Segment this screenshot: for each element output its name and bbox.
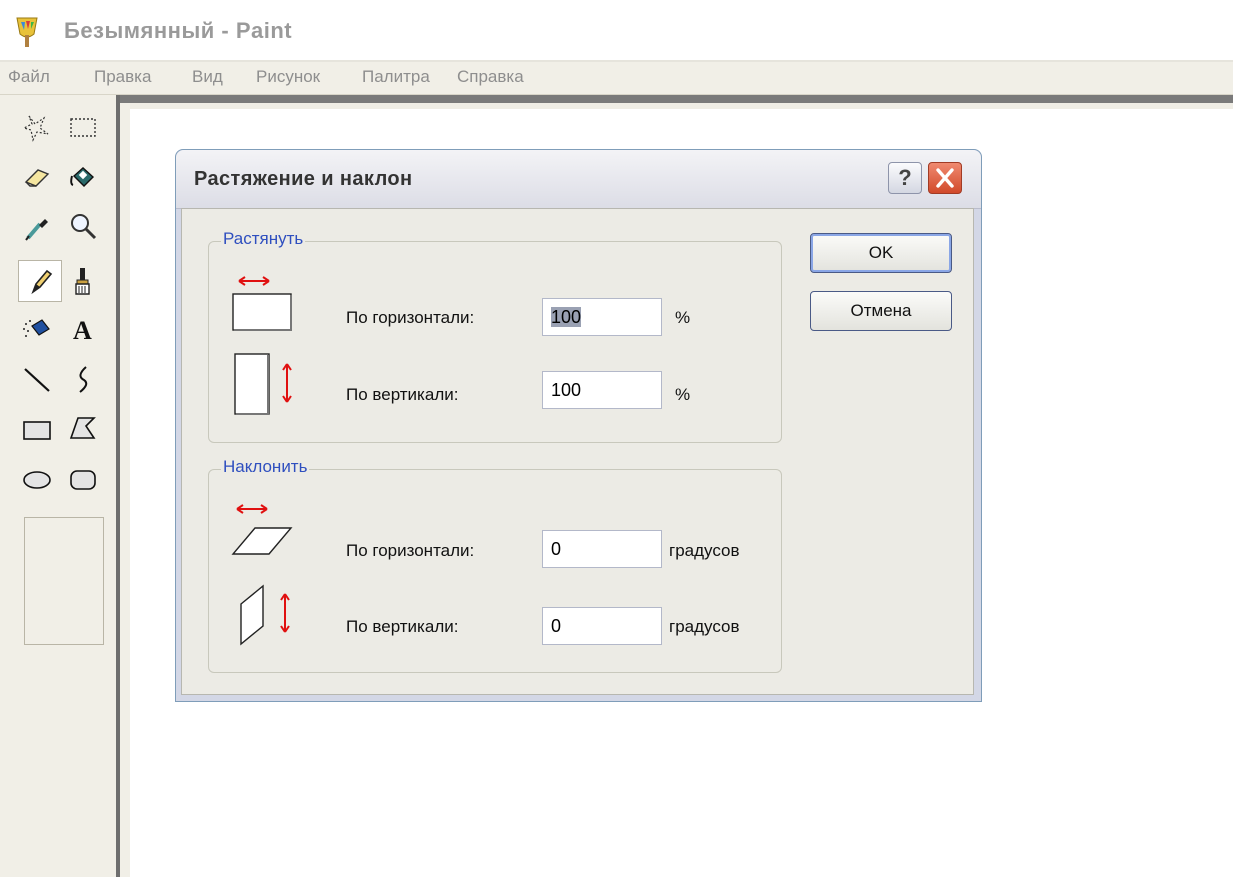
menu-image[interactable]: Рисунок xyxy=(256,67,320,87)
stretch-vertical-input[interactable]: 100 xyxy=(542,371,662,409)
pencil-icon[interactable] xyxy=(18,260,62,302)
stretch-group: Растянуть По горизонтали: 100 % По верти… xyxy=(208,229,782,443)
menu-file[interactable]: Файл xyxy=(8,67,50,87)
stretch-vertical-unit: % xyxy=(675,385,691,404)
window-title: Безымянный - Paint xyxy=(64,18,293,43)
dialog-title: Растяжение и наклон xyxy=(194,168,413,190)
stretch-vertical-label: По вертикали: xyxy=(346,385,459,404)
airbrush-icon[interactable] xyxy=(20,312,54,346)
skew-horizontal-illustration xyxy=(231,504,293,555)
magnifier-icon[interactable] xyxy=(66,210,100,244)
title-bar: Безымянный - Paint xyxy=(0,0,1233,62)
stretch-horizontal-value: 100 xyxy=(551,307,582,327)
stretch-horizontal-illustration xyxy=(232,276,292,331)
fill-bucket-icon[interactable] xyxy=(66,160,100,194)
rect-select-icon[interactable] xyxy=(66,110,100,144)
menu-bar: Файл Правка Вид Рисунок Палитра Справка xyxy=(0,62,1233,95)
skew-vertical-value: 0 xyxy=(551,616,562,636)
color-picker-icon[interactable] xyxy=(20,210,54,244)
skew-horizontal-input[interactable]: 0 xyxy=(542,530,662,568)
close-icon xyxy=(936,168,954,188)
rectangle-icon[interactable] xyxy=(20,412,54,446)
paint-app-icon xyxy=(14,16,40,48)
skew-vertical-illustration xyxy=(240,584,290,646)
skew-horizontal-label: По горизонтали: xyxy=(346,541,475,560)
ellipse-icon[interactable] xyxy=(20,462,54,496)
polygon-icon[interactable] xyxy=(66,412,100,446)
skew-horizontal-unit: градусов xyxy=(669,541,740,560)
stretch-group-legend: Растянуть xyxy=(221,229,306,249)
stretch-vertical-illustration xyxy=(234,353,292,415)
canvas-top-border xyxy=(120,95,1233,103)
svg-text:A: A xyxy=(73,316,92,345)
stretch-skew-dialog: Растяжение и наклон ? Растянуть По гориз… xyxy=(175,149,982,702)
menu-palette[interactable]: Палитра xyxy=(362,67,430,87)
skew-horizontal-value: 0 xyxy=(551,539,562,559)
stretch-horizontal-input[interactable]: 100 xyxy=(542,298,662,336)
dialog-body: Растянуть По горизонтали: 100 % По верти… xyxy=(181,208,974,695)
dialog-title-bar: Растяжение и наклон ? xyxy=(176,150,981,209)
skew-vertical-unit: градусов xyxy=(669,617,740,636)
close-button[interactable] xyxy=(928,162,962,194)
line-icon[interactable] xyxy=(20,362,54,396)
skew-group: Наклонить По горизонтали: 0 градусов По … xyxy=(208,457,782,673)
stretch-vertical-value: 100 xyxy=(551,380,582,400)
text-icon[interactable]: A xyxy=(66,312,100,346)
tool-options-panel[interactable] xyxy=(24,517,104,645)
skew-vertical-label: По вертикали: xyxy=(346,617,459,636)
ok-button[interactable]: OK xyxy=(810,233,952,273)
eraser-icon[interactable] xyxy=(20,160,54,194)
curve-icon[interactable] xyxy=(66,362,100,396)
menu-help[interactable]: Справка xyxy=(457,67,524,87)
stretch-horizontal-unit: % xyxy=(675,308,691,327)
menu-view[interactable]: Вид xyxy=(192,67,223,87)
toolbox-gutter xyxy=(120,95,130,877)
skew-vertical-input[interactable]: 0 xyxy=(542,607,662,645)
rounded-rect-icon[interactable] xyxy=(66,462,100,496)
skew-group-legend: Наклонить xyxy=(221,457,310,477)
stretch-horizontal-label: По горизонтали: xyxy=(346,308,475,327)
free-form-select-icon[interactable] xyxy=(20,110,54,144)
cancel-button[interactable]: Отмена xyxy=(810,291,952,331)
brush-icon[interactable] xyxy=(66,264,100,298)
menu-edit[interactable]: Правка xyxy=(94,67,151,87)
help-button[interactable]: ? xyxy=(888,162,922,194)
